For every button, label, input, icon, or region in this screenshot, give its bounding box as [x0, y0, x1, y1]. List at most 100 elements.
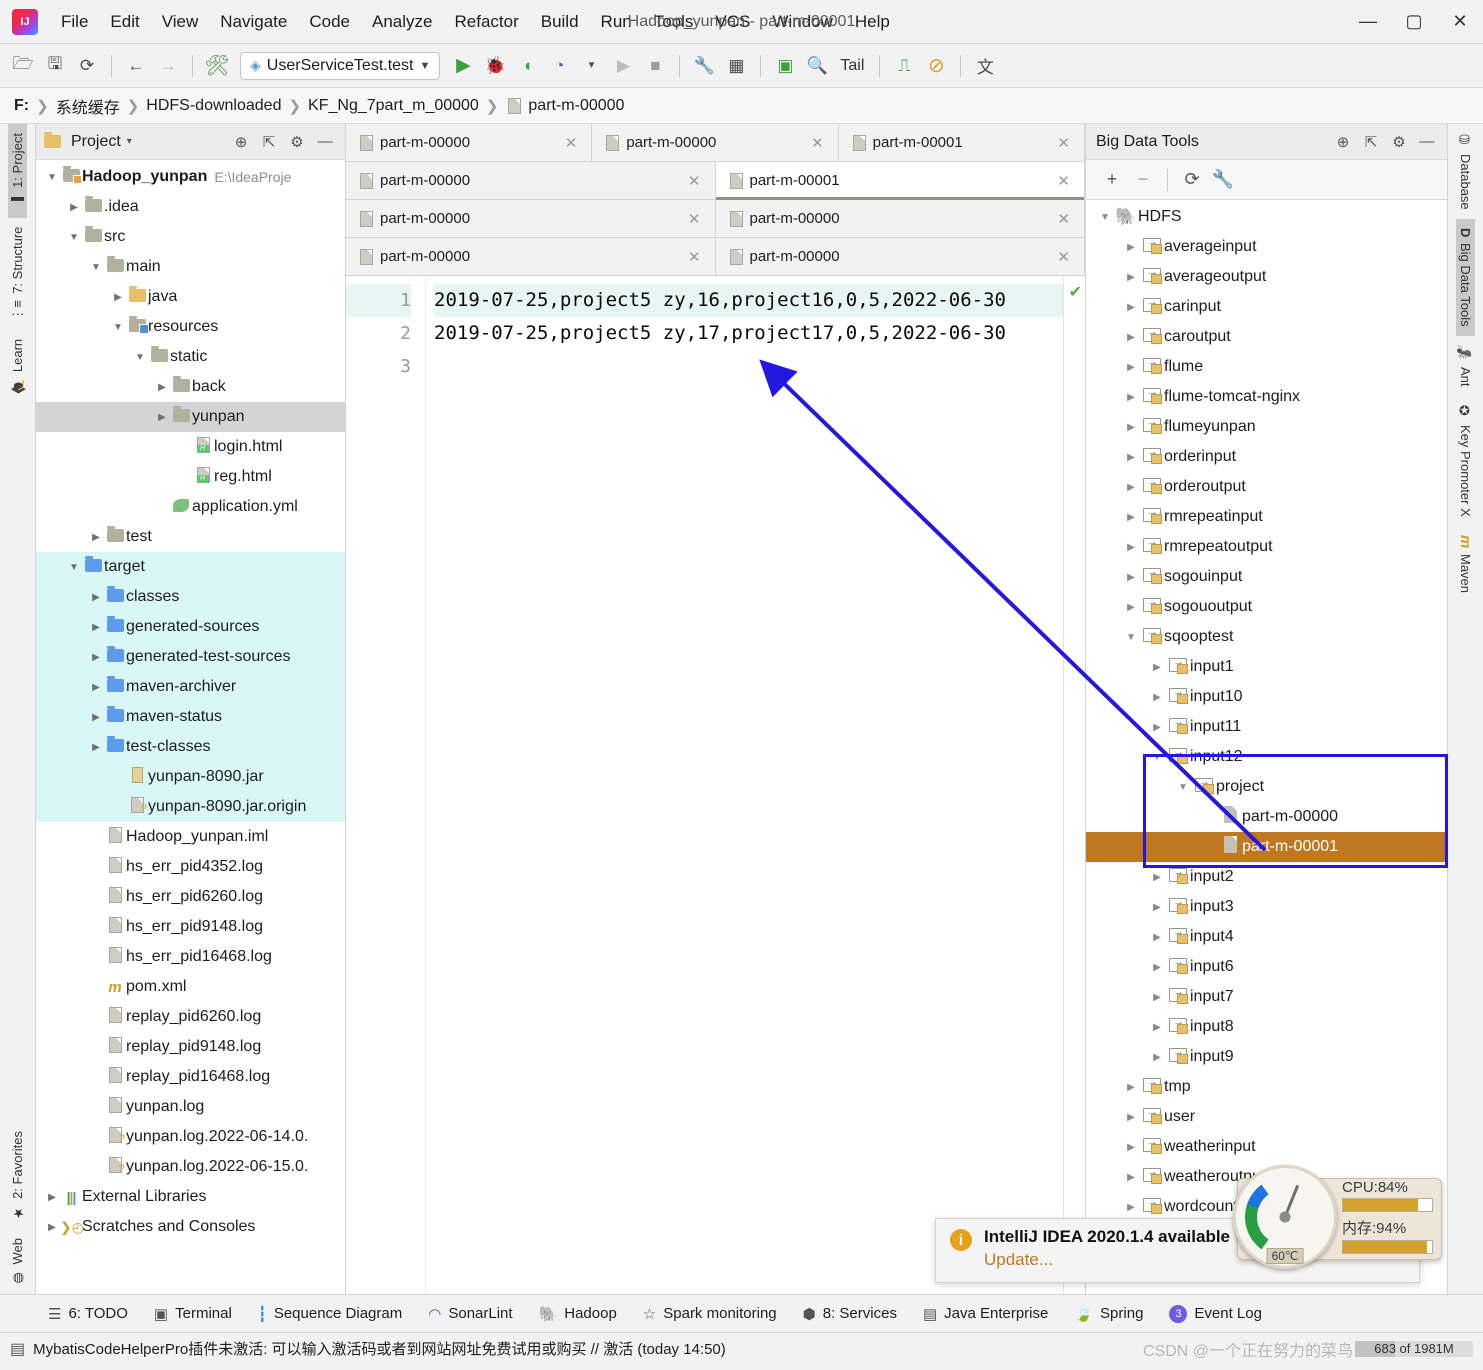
hdfs-tree-row[interactable]: ▶ input2: [1086, 862, 1447, 892]
editor-tab[interactable]: part-m-00000 ✕: [715, 200, 1085, 237]
chevron-right-icon[interactable]: ▶: [1122, 482, 1140, 493]
sidebar-item-big-data-tools[interactable]: D Big Data Tools: [1456, 218, 1475, 336]
hdfs-tree-row[interactable]: ▼ sqooptest: [1086, 622, 1447, 652]
chevron-right-icon[interactable]: ▶: [1122, 572, 1140, 583]
menu-code[interactable]: Code: [298, 8, 361, 36]
menu-refactor[interactable]: Refactor: [443, 8, 529, 36]
close-icon[interactable]: ✕: [1057, 134, 1070, 152]
collapse-all-icon[interactable]: ⇱: [1359, 130, 1383, 154]
hdfs-tree-row[interactable]: ▶ rmrepeatinput: [1086, 502, 1447, 532]
layout-icon[interactable]: ▦: [721, 51, 751, 81]
sidebar-item-learn[interactable]: 🎓 Learn: [8, 330, 27, 403]
hdfs-tree-row[interactable]: ▶ averageinput: [1086, 232, 1447, 262]
chevron-right-icon[interactable]: ▶: [88, 622, 104, 633]
chevron-right-icon[interactable]: ▶: [1148, 872, 1166, 883]
chevron-right-icon[interactable]: ▶: [1148, 662, 1166, 673]
chevron-down-icon[interactable]: ▼: [110, 322, 126, 333]
project-tree-row[interactable]: ▶ maven-status: [36, 702, 345, 732]
hdfs-tree-row[interactable]: ▶ flumeyunpan: [1086, 412, 1447, 442]
project-tree-row[interactable]: hs_err_pid9148.log: [36, 912, 345, 942]
chevron-right-icon[interactable]: ▶: [1122, 1202, 1140, 1213]
close-icon[interactable]: ✕: [1057, 172, 1070, 190]
chevron-right-icon[interactable]: ▶: [1122, 1082, 1140, 1093]
code-line[interactable]: 2019-07-25,project5 zy,16,project16,0,5,…: [434, 284, 1063, 317]
chevron-right-icon[interactable]: ▶: [1148, 932, 1166, 943]
project-tree-row[interactable]: hs_err_pid6260.log: [36, 882, 345, 912]
hdfs-tree-row[interactable]: ▶ orderoutput: [1086, 472, 1447, 502]
project-tree-row[interactable]: replay_pid6260.log: [36, 1002, 345, 1032]
bottom-bar-item-java-enterprise[interactable]: ▤ Java Enterprise: [923, 1305, 1048, 1323]
sidebar-item-key-promoter[interactable]: ✪ Key Promoter X: [1456, 395, 1475, 526]
project-tree-row[interactable]: ▶ java: [36, 282, 345, 312]
project-tree-row[interactable]: ▶ ❯◴ Scratches and Consoles: [36, 1212, 345, 1242]
bottom-bar-item-event-log[interactable]: 3 Event Log: [1169, 1304, 1262, 1323]
project-tree-row[interactable]: ? yunpan.log.2022-06-15.0.: [36, 1152, 345, 1182]
menu-window[interactable]: Window: [761, 8, 843, 36]
breadcrumb-item-drive[interactable]: F:: [14, 97, 29, 115]
menu-vcs[interactable]: VCS: [704, 8, 761, 36]
menu-edit[interactable]: Edit: [99, 8, 150, 36]
project-tree-row[interactable]: ▶ ||| External Libraries: [36, 1182, 345, 1212]
code-line[interactable]: [434, 350, 1063, 383]
hdfs-tree[interactable]: ▼🐘HDFS▶averageinput▶averageoutput▶carinp…: [1086, 200, 1447, 1294]
project-tree-row[interactable]: application.yml: [36, 492, 345, 522]
save-icon[interactable]: 🖫: [40, 51, 70, 81]
close-icon[interactable]: ✕: [1057, 248, 1070, 266]
translate-icon[interactable]: 文: [970, 51, 1000, 81]
hide-icon[interactable]: —: [313, 130, 337, 154]
bottom-bar-item-6-todo[interactable]: ☰ 6: TODO: [48, 1305, 128, 1323]
chevron-right-icon[interactable]: ▶: [44, 1192, 60, 1203]
code-lines[interactable]: 2019-07-25,project5 zy,16,project16,0,5,…: [426, 276, 1063, 1294]
menu-build[interactable]: Build: [530, 8, 590, 36]
project-tree-row[interactable]: Hlogin.html: [36, 432, 345, 462]
hdfs-tree-row[interactable]: ▶ input8: [1086, 1012, 1447, 1042]
chevron-right-icon[interactable]: ▶: [1122, 452, 1140, 463]
hdfs-tree-row[interactable]: part-m-00001: [1086, 832, 1447, 862]
sidebar-item-project[interactable]: ▬ 1: Project: [8, 124, 27, 218]
console-run-icon[interactable]: ▣: [770, 51, 800, 81]
run-icon[interactable]: ▶: [448, 51, 478, 81]
sidebar-item-database[interactable]: ⛁ Database: [1456, 124, 1475, 219]
refresh-icon[interactable]: ⟳: [1178, 166, 1206, 194]
coverage-icon[interactable]: ◖: [512, 51, 542, 81]
chevron-right-icon[interactable]: ▶: [1122, 512, 1140, 523]
bottom-bar-item-terminal[interactable]: ▣ Terminal: [154, 1305, 232, 1323]
breadcrumb-item-1[interactable]: 系统缓存: [56, 94, 120, 118]
menu-help[interactable]: Help: [844, 8, 901, 36]
search-icon[interactable]: 🔍: [802, 51, 832, 81]
hdfs-tree-row[interactable]: ▶ input1: [1086, 652, 1447, 682]
close-icon[interactable]: ✕: [688, 172, 701, 190]
close-icon[interactable]: ✕: [688, 248, 701, 266]
cpu-monitor-widget[interactable]: 60℃ CPU:84% 内存:94%: [1233, 1165, 1442, 1269]
chevron-right-icon[interactable]: ▶: [1148, 992, 1166, 1003]
hdfs-tree-row[interactable]: part-m-00000: [1086, 802, 1447, 832]
editor-tab[interactable]: part-m-00000 ✕: [715, 238, 1085, 275]
project-tree-row[interactable]: yunpan-8090.jar: [36, 762, 345, 792]
hdfs-tree-row[interactable]: ▶ input3: [1086, 892, 1447, 922]
hdfs-tree-row[interactable]: ▶ averageoutput: [1086, 262, 1447, 292]
project-tree-row[interactable]: ▶ back: [36, 372, 345, 402]
bottom-bar-item-8-services[interactable]: ⬢ 8: Services: [803, 1305, 897, 1323]
chevron-down-icon[interactable]: ▼: [1148, 752, 1166, 763]
chevron-right-icon[interactable]: ▶: [88, 532, 104, 543]
chevron-right-icon[interactable]: ▶: [110, 292, 126, 303]
editor-tab[interactable]: part-m-00000 ✕: [346, 238, 716, 275]
project-tree-row[interactable]: ▶ classes: [36, 582, 345, 612]
chevron-right-icon[interactable]: ▶: [88, 592, 104, 603]
chevron-right-icon[interactable]: ▶: [1122, 272, 1140, 283]
debug-icon[interactable]: 🐞: [480, 51, 510, 81]
hdfs-tree-row[interactable]: ▶ input7: [1086, 982, 1447, 1012]
code-area[interactable]: 1 2 3 2019-07-25,project5 zy,16,project16,…: [346, 276, 1085, 1294]
project-tree-row[interactable]: ▶ generated-sources: [36, 612, 345, 642]
code-line[interactable]: 2019-07-25,project5 zy,17,project17,0,5,…: [434, 317, 1063, 350]
project-tree-row[interactable]: ▶ maven-archiver: [36, 672, 345, 702]
minimize-button[interactable]: —: [1345, 0, 1391, 44]
breadcrumb-item-4[interactable]: part-m-00000: [528, 97, 624, 115]
chevron-right-icon[interactable]: ▶: [1122, 392, 1140, 403]
target-icon[interactable]: ⊕: [229, 130, 253, 154]
close-icon[interactable]: ✕: [688, 210, 701, 228]
project-tree-row[interactable]: ? yunpan.log.2022-06-14.0.: [36, 1122, 345, 1152]
close-icon[interactable]: ✕: [565, 134, 578, 152]
project-tree-row[interactable]: Hreg.html: [36, 462, 345, 492]
bottom-bar-item-spark-monitoring[interactable]: ☆ Spark monitoring: [643, 1305, 777, 1323]
